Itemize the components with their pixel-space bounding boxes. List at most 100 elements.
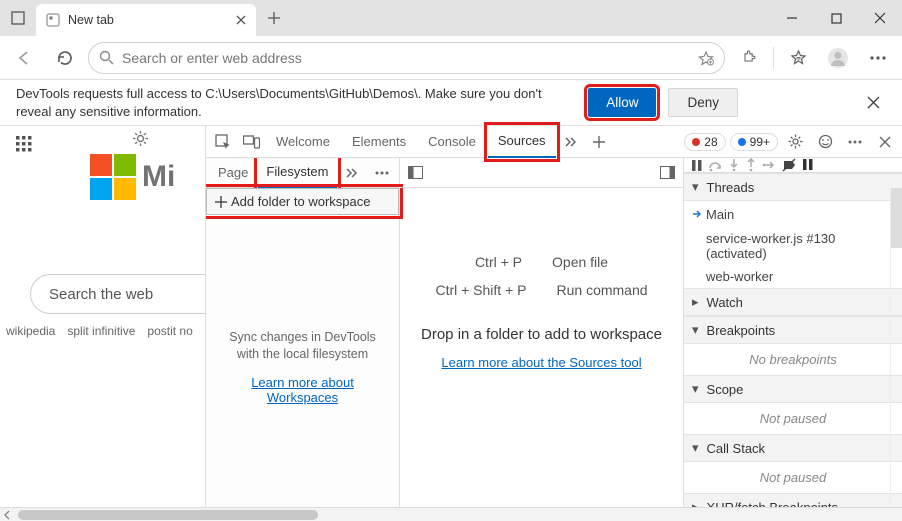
add-folder-label: Add folder to workspace bbox=[231, 194, 370, 209]
close-devtools-button[interactable] bbox=[872, 129, 898, 155]
arrow-right-icon bbox=[692, 209, 702, 219]
gear-icon bbox=[132, 130, 149, 147]
shortcut-cmd-keys: Ctrl + Shift + P bbox=[435, 282, 526, 298]
breakpoints-header[interactable]: Breakpoints bbox=[684, 316, 902, 344]
plus-icon bbox=[215, 196, 227, 208]
navigator-more-tabs-button[interactable] bbox=[339, 160, 365, 186]
new-tab-button[interactable] bbox=[256, 0, 292, 36]
address-bar[interactable]: Search or enter web address bbox=[88, 42, 725, 74]
learn-workspaces-link[interactable]: Learn more about Workspaces bbox=[251, 375, 354, 405]
debugger-scrollbar[interactable] bbox=[890, 188, 902, 521]
toggle-navigator-icon[interactable] bbox=[408, 166, 423, 179]
devtools-panel: Welcome Elements Console Sources 28 99+ … bbox=[206, 126, 902, 521]
web-search-input[interactable]: Search the web bbox=[30, 274, 206, 314]
extensions-button[interactable] bbox=[733, 42, 765, 74]
close-tab-icon[interactable] bbox=[236, 15, 246, 25]
newtab-page-icon bbox=[46, 13, 60, 27]
threads-header[interactable]: Threads bbox=[684, 173, 902, 201]
chevron-left-icon bbox=[2, 510, 12, 520]
scrollbar-thumb[interactable] bbox=[18, 510, 318, 520]
step-out-icon[interactable] bbox=[745, 158, 757, 172]
sources-navigator: Page Filesystem Add folder to workspace … bbox=[206, 158, 400, 521]
minimize-button[interactable] bbox=[770, 0, 814, 36]
browser-toolbar: Search or enter web address bbox=[0, 36, 902, 80]
browser-menu-button[interactable] bbox=[862, 42, 894, 74]
profile-button[interactable] bbox=[822, 42, 854, 74]
shortcut-cmd-label: Run command bbox=[557, 282, 648, 298]
brand-logo: Mi bbox=[90, 154, 175, 200]
address-placeholder: Search or enter web address bbox=[122, 50, 690, 66]
browser-tab[interactable]: New tab bbox=[36, 4, 256, 36]
tab-title: New tab bbox=[68, 13, 228, 27]
scope-not-paused: Not paused bbox=[684, 403, 902, 434]
window-horizontal-scrollbar[interactable] bbox=[0, 507, 902, 521]
thread-main[interactable]: Main bbox=[684, 201, 902, 227]
quick-link[interactable]: split infinitive bbox=[67, 324, 135, 338]
close-icon bbox=[867, 96, 880, 109]
tab-welcome[interactable]: Welcome bbox=[266, 126, 340, 158]
learn-sources-link[interactable]: Learn more about the Sources tool bbox=[441, 355, 641, 370]
plus-icon bbox=[268, 12, 280, 24]
new-tab-devtools-button[interactable] bbox=[586, 129, 612, 155]
scope-header[interactable]: Scope bbox=[684, 375, 902, 403]
navigator-tab-page[interactable]: Page bbox=[210, 158, 256, 188]
navigator-menu-button[interactable] bbox=[369, 160, 395, 186]
pause-icon[interactable] bbox=[690, 159, 703, 172]
favorite-icon[interactable] bbox=[698, 50, 714, 66]
callstack-not-paused: Not paused bbox=[684, 462, 902, 493]
dismiss-permission-button[interactable] bbox=[860, 96, 886, 109]
no-breakpoints-text: No breakpoints bbox=[684, 344, 902, 375]
error-dot-icon bbox=[692, 138, 700, 146]
maximize-button[interactable] bbox=[814, 0, 858, 36]
navigator-tab-filesystem[interactable]: Filesystem bbox=[258, 158, 336, 188]
add-folder-to-workspace-button[interactable]: Add folder to workspace bbox=[206, 188, 399, 215]
brand-text: Mi bbox=[142, 160, 175, 194]
callstack-header[interactable]: Call Stack bbox=[684, 434, 902, 462]
window-titlebar: New tab bbox=[0, 0, 902, 36]
web-search-placeholder: Search the web bbox=[49, 286, 153, 303]
error-count[interactable]: 28 bbox=[684, 133, 725, 151]
favorites-button[interactable] bbox=[782, 42, 814, 74]
device-toolbar-button[interactable] bbox=[238, 129, 264, 155]
allow-button[interactable]: Allow bbox=[588, 88, 656, 117]
step-over-icon[interactable] bbox=[708, 159, 723, 172]
inspect-element-button[interactable] bbox=[210, 129, 236, 155]
tab-actions-button[interactable] bbox=[0, 0, 36, 36]
deny-button[interactable]: Deny bbox=[668, 88, 738, 117]
thread-service-worker[interactable]: service-worker.js #130 (activated) bbox=[684, 227, 902, 265]
deactivate-breakpoints-icon[interactable] bbox=[782, 158, 796, 172]
tab-sources[interactable]: Sources bbox=[488, 126, 556, 158]
thread-web-worker[interactable]: web-worker bbox=[684, 265, 902, 288]
info-count[interactable]: 99+ bbox=[730, 133, 778, 151]
devtools-menu-button[interactable] bbox=[842, 129, 868, 155]
watch-header[interactable]: Watch bbox=[684, 288, 902, 316]
sync-hint-text: Sync changes in DevTools with the local … bbox=[206, 215, 399, 369]
tab-console[interactable]: Console bbox=[418, 126, 486, 158]
grid-icon bbox=[16, 136, 32, 152]
search-icon bbox=[99, 50, 114, 65]
info-dot-icon bbox=[738, 138, 746, 146]
quick-links: wikipedia split infinitive postit no bbox=[6, 324, 205, 338]
pause-on-exceptions-icon[interactable] bbox=[801, 158, 815, 172]
quick-link[interactable]: postit no bbox=[147, 324, 192, 338]
close-window-button[interactable] bbox=[858, 0, 902, 36]
devtools-main-tabs: Welcome Elements Console Sources 28 99+ bbox=[206, 126, 902, 158]
permission-text: DevTools requests full access to C:\User… bbox=[16, 85, 576, 120]
shortcut-open-keys: Ctrl + P bbox=[475, 254, 522, 270]
back-button[interactable] bbox=[8, 42, 40, 74]
apps-button[interactable] bbox=[16, 136, 32, 152]
permission-bar: DevTools requests full access to C:\User… bbox=[0, 80, 902, 126]
devtools-settings-button[interactable] bbox=[782, 129, 808, 155]
quick-link[interactable]: wikipedia bbox=[6, 324, 55, 338]
shortcut-open-label: Open file bbox=[552, 254, 608, 270]
tab-elements[interactable]: Elements bbox=[342, 126, 416, 158]
step-icon[interactable] bbox=[762, 159, 777, 172]
toggle-debugger-icon[interactable] bbox=[660, 166, 675, 179]
feedback-button[interactable] bbox=[812, 129, 838, 155]
refresh-button[interactable] bbox=[48, 42, 80, 74]
page-settings-button[interactable] bbox=[132, 130, 149, 147]
step-into-icon[interactable] bbox=[728, 158, 740, 172]
tab-actions-icon bbox=[11, 11, 25, 25]
microsoft-logo-icon bbox=[90, 154, 136, 200]
more-tabs-button[interactable] bbox=[558, 129, 584, 155]
